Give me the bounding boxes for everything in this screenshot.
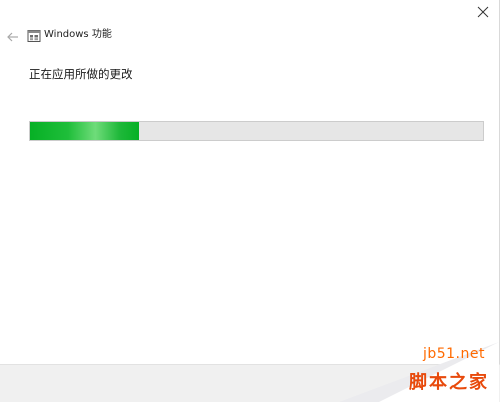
windows-features-dialog: Windows 功能 正在应用所做的更改 jb51.net 脚本之家 xyxy=(0,0,500,402)
watermark-name: 脚本之家 xyxy=(409,372,489,393)
progress-bar-fill xyxy=(30,122,139,140)
watermark-site: jb51.net xyxy=(422,346,485,362)
back-button[interactable] xyxy=(6,29,20,43)
close-button[interactable] xyxy=(472,3,494,21)
title-bar: Windows 功能 xyxy=(0,0,500,72)
windows-features-icon xyxy=(27,28,41,42)
watermark: jb51.net 脚本之家 xyxy=(339,342,499,402)
status-heading: 正在应用所做的更改 xyxy=(29,67,133,81)
progress-bar xyxy=(29,121,484,141)
arrow-left-icon xyxy=(7,32,18,42)
window-title: Windows 功能 xyxy=(44,29,112,40)
close-icon xyxy=(477,6,489,18)
